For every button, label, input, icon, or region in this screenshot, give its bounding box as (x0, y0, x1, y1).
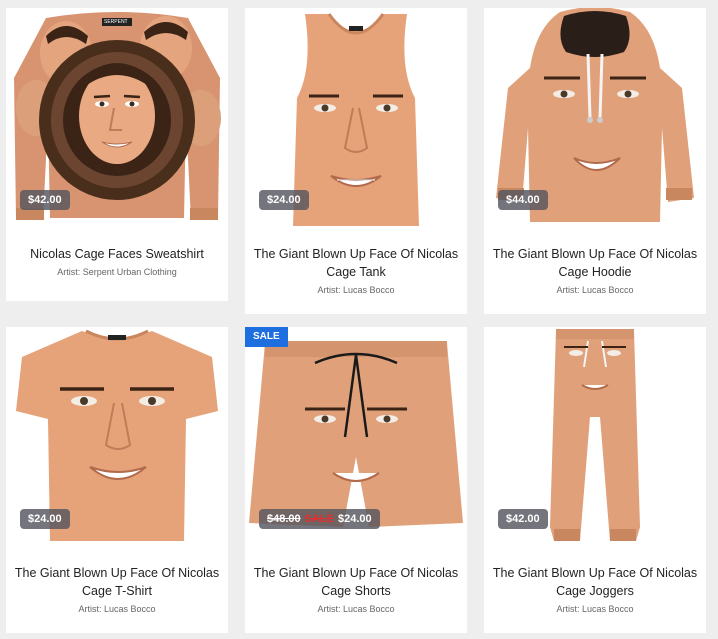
product-title[interactable]: The Giant Blown Up Face Of Nicolas Cage … (249, 245, 463, 281)
product-artist[interactable]: Artist: Lucas Bocco (249, 284, 463, 296)
product-card[interactable]: $24.00 The Giant Blown Up Face Of Nicola… (245, 8, 467, 314)
product-image[interactable]: $24.00 (6, 327, 228, 545)
price-text: $24.00 (267, 194, 301, 206)
price-text: $42.00 (28, 194, 62, 206)
price-badge: $24.00 (20, 509, 70, 529)
product-card[interactable]: $24.00 The Giant Blown Up Face Of Nicola… (6, 327, 228, 633)
product-artist[interactable]: Artist: Lucas Bocco (488, 603, 702, 615)
product-image[interactable]: $42.00 (484, 327, 706, 545)
product-image[interactable]: $24.00 (245, 8, 467, 226)
price-text: $24.00 (28, 513, 62, 525)
price-text: $42.00 (506, 513, 540, 525)
product-card[interactable]: $44.00 The Giant Blown Up Face Of Nicola… (484, 8, 706, 314)
product-image[interactable]: SALE $48.00 SALE $24.00 (245, 327, 467, 545)
price-text: $44.00 (506, 194, 540, 206)
product-title[interactable]: The Giant Blown Up Face Of Nicolas Cage … (488, 564, 702, 600)
product-image[interactable]: SERPENT $42.00 (6, 8, 228, 226)
price-badge: $24.00 (259, 190, 309, 210)
product-title[interactable]: The Giant Blown Up Face Of Nicolas Cage … (249, 564, 463, 600)
price-text: $24.00 (338, 513, 372, 525)
brand-tag-text: SERPENT (104, 19, 128, 25)
price-badge: $42.00 (498, 509, 548, 529)
product-title[interactable]: The Giant Blown Up Face Of Nicolas Cage … (488, 245, 702, 281)
product-title[interactable]: The Giant Blown Up Face Of Nicolas Cage … (10, 564, 224, 600)
sale-strike-text: SALE (304, 513, 334, 525)
sale-badge: SALE (245, 327, 288, 347)
product-artist[interactable]: Artist: Serpent Urban Clothing (10, 266, 224, 278)
product-title[interactable]: Nicolas Cage Faces Sweatshirt (10, 245, 224, 263)
product-image[interactable]: $44.00 (484, 8, 706, 226)
old-price-text: $48.00 (267, 513, 301, 525)
product-card[interactable]: $42.00 The Giant Blown Up Face Of Nicola… (484, 327, 706, 633)
product-card[interactable]: SALE $48.00 SALE $24.00 The Giant Blown Up… (245, 327, 467, 633)
price-badge: $42.00 (20, 190, 70, 210)
product-artist[interactable]: Artist: Lucas Bocco (488, 284, 702, 296)
price-badge: $44.00 (498, 190, 548, 210)
product-artist[interactable]: Artist: Lucas Bocco (249, 603, 463, 615)
product-card[interactable]: SERPENT $42.00 Nicolas Cage Faces Sweats… (6, 8, 228, 301)
price-badge: $48.00 SALE $24.00 (259, 509, 380, 529)
product-artist[interactable]: Artist: Lucas Bocco (10, 603, 224, 615)
